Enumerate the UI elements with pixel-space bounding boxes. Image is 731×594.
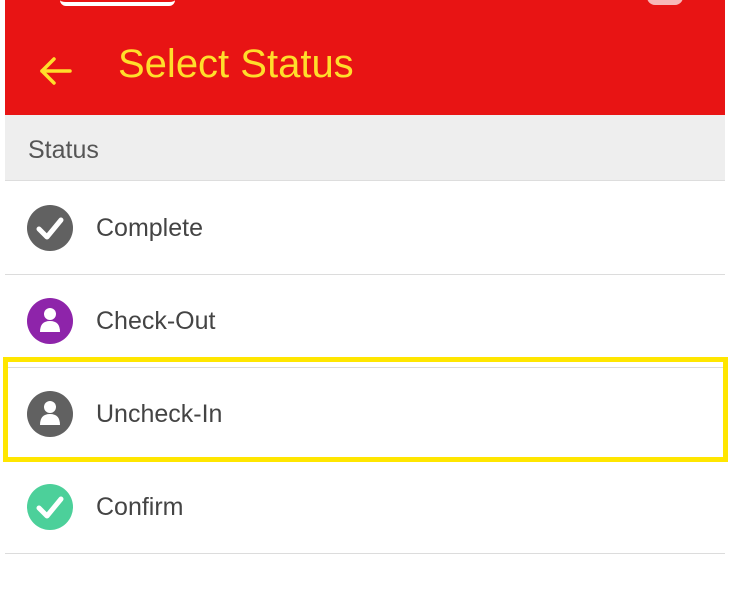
status-bar-time-fragment (60, 0, 175, 6)
battery-icon (647, 0, 683, 5)
arrow-left-icon (40, 57, 72, 85)
check-circle-icon (27, 484, 73, 530)
person-circle-icon (27, 391, 73, 437)
status-item-label: Confirm (96, 493, 184, 521)
status-item-complete[interactable]: Complete (5, 182, 725, 275)
screen: Select Status Status Complete Check-Out … (0, 0, 731, 594)
section-header: Status (5, 115, 725, 181)
app-bar: Select Status (5, 12, 725, 115)
page-title: Select Status (118, 42, 354, 86)
check-circle-icon (27, 205, 73, 251)
status-list: Complete Check-Out Uncheck-In Confirm (5, 182, 725, 554)
section-header-label: Status (28, 136, 99, 164)
status-item-check-out[interactable]: Check-Out (5, 275, 725, 368)
status-item-label: Check-Out (96, 307, 216, 335)
status-item-confirm[interactable]: Confirm (5, 461, 725, 554)
status-bar (5, 0, 725, 12)
person-circle-icon (27, 298, 73, 344)
status-item-uncheck-in[interactable]: Uncheck-In (5, 368, 725, 461)
back-button[interactable] (35, 50, 83, 90)
status-item-label: Complete (96, 214, 203, 242)
status-item-label: Uncheck-In (96, 400, 223, 428)
